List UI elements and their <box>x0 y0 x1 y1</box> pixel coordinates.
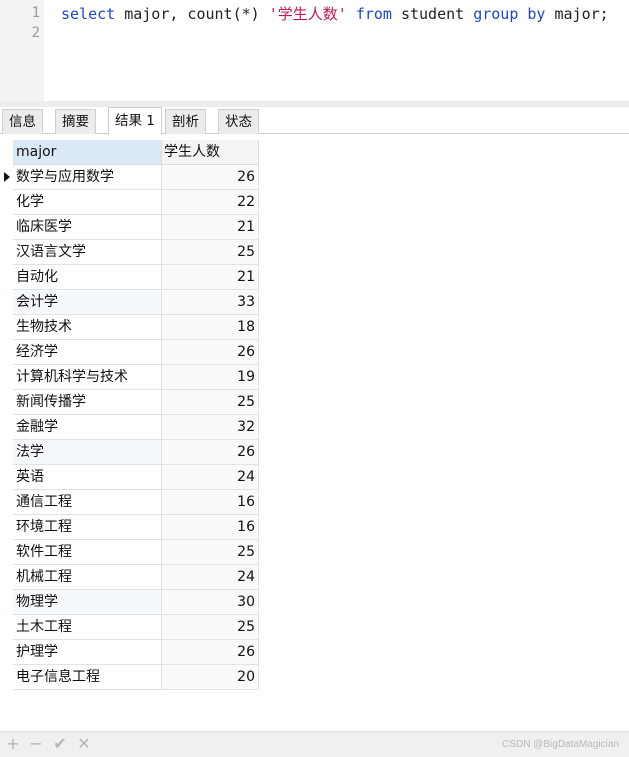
cell-major[interactable]: 新闻传播学 <box>13 390 162 415</box>
tab-summary[interactable]: 摘要 <box>55 109 96 134</box>
table-row[interactable]: 临床医学 21 <box>0 215 260 240</box>
result-tab-bar: 信息 摘要 结果 1 剖析 状态 <box>0 107 629 135</box>
cell-student-count[interactable]: 16 <box>162 515 259 540</box>
sql-text: major; <box>545 5 609 23</box>
current-row-indicator-icon <box>4 172 10 182</box>
line-number: 2 <box>31 25 40 41</box>
grid-toolbar: + − ✔ ✕ CSDN @BigDataMagician <box>0 731 629 757</box>
table-row[interactable]: 电子信息工程 20 <box>0 665 260 690</box>
table-row[interactable]: 护理学 26 <box>0 640 260 665</box>
table-row[interactable]: 土木工程 25 <box>0 615 260 640</box>
sql-keyword-from: from <box>355 5 392 23</box>
table-row[interactable]: 汉语言文学 25 <box>0 240 260 265</box>
cell-major[interactable]: 经济学 <box>13 340 162 365</box>
sql-column-alias: '学生人数' <box>268 5 347 23</box>
table-row[interactable]: 机械工程 24 <box>0 565 260 590</box>
cell-student-count[interactable]: 19 <box>162 365 259 390</box>
cell-student-count[interactable]: 26 <box>162 165 259 190</box>
sql-keyword-by: by <box>527 5 546 23</box>
close-icon[interactable]: ✕ <box>75 735 93 753</box>
sql-text: major, count(*) <box>115 5 269 23</box>
sql-keyword-select: select <box>61 5 116 23</box>
cell-major[interactable]: 物理学 <box>13 590 162 615</box>
cell-student-count[interactable]: 33 <box>162 290 259 315</box>
result-rows: 数学与应用数学 26 化学 22 临床医学 21 汉语言文学 25 自动化 21 会计学 33 生物技术… <box>0 165 260 690</box>
tab-result-1[interactable]: 结果 1 <box>108 107 162 135</box>
sql-text: student <box>391 5 474 23</box>
cell-major[interactable]: 金融学 <box>13 415 162 440</box>
cell-major[interactable]: 电子信息工程 <box>13 665 162 690</box>
table-row[interactable]: 英语 24 <box>0 465 260 490</box>
cell-major[interactable]: 土木工程 <box>13 615 162 640</box>
cell-student-count[interactable]: 21 <box>162 265 259 290</box>
cell-student-count[interactable]: 25 <box>162 615 259 640</box>
table-row[interactable]: 软件工程 25 <box>0 540 260 565</box>
sql-keyword-group: group <box>473 5 519 23</box>
cell-major[interactable]: 环境工程 <box>13 515 162 540</box>
cell-major[interactable]: 汉语言文学 <box>13 240 162 265</box>
minus-icon[interactable]: − <box>27 735 45 753</box>
cell-student-count[interactable]: 20 <box>162 665 259 690</box>
cell-major[interactable]: 护理学 <box>13 640 162 665</box>
cell-student-count[interactable]: 32 <box>162 415 259 440</box>
watermark: CSDN @BigDataMagician <box>502 739 619 750</box>
cell-major[interactable]: 会计学 <box>13 290 162 315</box>
cell-student-count[interactable]: 21 <box>162 215 259 240</box>
cell-major[interactable]: 通信工程 <box>13 490 162 515</box>
tab-info[interactable]: 信息 <box>2 109 43 134</box>
table-row[interactable]: 法学 26 <box>0 440 260 465</box>
cell-major[interactable]: 数学与应用数学 <box>13 165 162 190</box>
cell-student-count[interactable]: 25 <box>162 540 259 565</box>
cell-student-count[interactable]: 24 <box>162 465 259 490</box>
cell-student-count[interactable]: 25 <box>162 390 259 415</box>
cell-student-count[interactable]: 18 <box>162 315 259 340</box>
cell-student-count[interactable]: 26 <box>162 440 259 465</box>
table-row[interactable]: 金融学 32 <box>0 415 260 440</box>
cell-major[interactable]: 机械工程 <box>13 565 162 590</box>
column-header-major[interactable]: major <box>13 140 162 165</box>
table-row[interactable]: 新闻传播学 25 <box>0 390 260 415</box>
cell-major[interactable]: 软件工程 <box>13 540 162 565</box>
table-row[interactable]: 生物技术 18 <box>0 315 260 340</box>
cell-major[interactable]: 法学 <box>13 440 162 465</box>
cell-student-count[interactable]: 25 <box>162 240 259 265</box>
table-row[interactable]: 环境工程 16 <box>0 515 260 540</box>
cell-major[interactable]: 自动化 <box>13 265 162 290</box>
sql-editor[interactable]: 1 2 select major, count(*) '学生人数' from s… <box>0 0 629 101</box>
cell-student-count[interactable]: 26 <box>162 640 259 665</box>
cell-major[interactable]: 生物技术 <box>13 315 162 340</box>
table-row[interactable]: 经济学 26 <box>0 340 260 365</box>
cell-student-count[interactable]: 22 <box>162 190 259 215</box>
table-row[interactable]: 通信工程 16 <box>0 490 260 515</box>
table-row[interactable]: 数学与应用数学 26 <box>0 165 260 190</box>
cell-major[interactable]: 英语 <box>13 465 162 490</box>
cell-student-count[interactable]: 16 <box>162 490 259 515</box>
line-number-gutter: 1 2 <box>0 0 44 101</box>
sql-query-text[interactable]: select major, count(*) '学生人数' from stude… <box>61 5 609 23</box>
table-row[interactable]: 会计学 33 <box>0 290 260 315</box>
table-row[interactable]: 物理学 30 <box>0 590 260 615</box>
tab-profile[interactable]: 剖析 <box>165 109 206 134</box>
table-row[interactable]: 计算机科学与技术 19 <box>0 365 260 390</box>
cell-student-count[interactable]: 26 <box>162 340 259 365</box>
table-row[interactable]: 自动化 21 <box>0 265 260 290</box>
check-icon[interactable]: ✔ <box>51 735 69 753</box>
plus-icon[interactable]: + <box>4 735 22 753</box>
line-number: 1 <box>31 5 40 21</box>
column-header-student-count[interactable]: 学生人数 <box>162 140 259 165</box>
table-row[interactable]: 化学 22 <box>0 190 260 215</box>
cell-major[interactable]: 化学 <box>13 190 162 215</box>
cell-major[interactable]: 临床医学 <box>13 215 162 240</box>
tab-status[interactable]: 状态 <box>218 109 259 134</box>
cell-major[interactable]: 计算机科学与技术 <box>13 365 162 390</box>
cell-student-count[interactable]: 30 <box>162 590 259 615</box>
cell-student-count[interactable]: 24 <box>162 565 259 590</box>
